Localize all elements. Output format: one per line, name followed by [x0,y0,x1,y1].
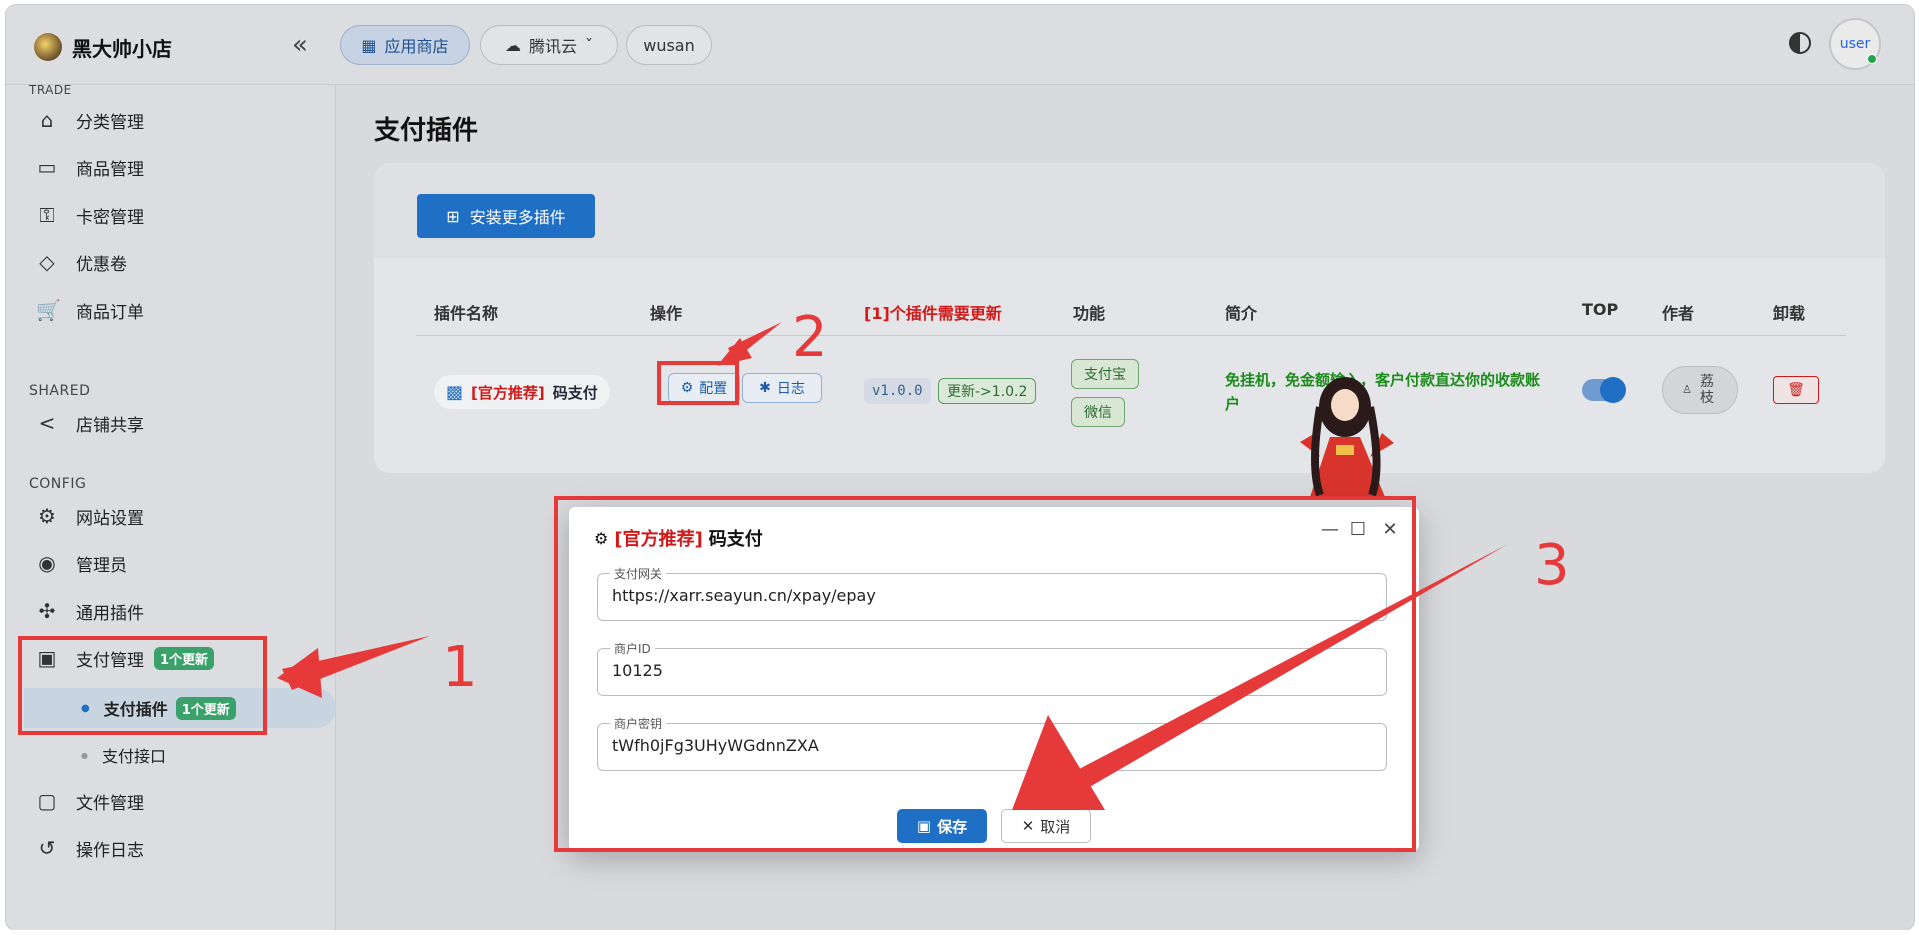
column-header-author: 作者 [1662,304,1695,323]
sidebar-item-coupons[interactable]: ◇ 优惠卷 [36,247,127,277]
sidebar-item-products[interactable]: ▭ 商品管理 [36,152,144,182]
puzzle-icon: ✣ [38,599,56,623]
gear-icon: ⚙ [38,504,56,528]
key-icon: ⚿ [39,203,55,227]
sidebar: TRADE ⌂ 分类管理 ▭ 商品管理 ⚿ 卡密管理 ◇ 优惠卷 🛒 商品订单 … [6,83,336,930]
section-config: CONFIG [29,476,87,492]
sidebar-item-orders[interactable]: 🛒 商品订单 [36,295,144,325]
sidebar-item-category[interactable]: ⌂ 分类管理 [36,105,144,135]
person-icon: ♙ [1682,383,1692,396]
feature-alipay: 支付宝 [1071,359,1139,389]
folder-icon: ▢ [37,789,57,813]
annotation-box-2 [657,361,739,405]
uninstall-button[interactable]: 🗑 [1773,376,1819,404]
column-header-uninstall: 卸载 [1773,304,1806,323]
qr-code-icon: ▩ [446,381,464,403]
column-header-features: 功能 [1073,304,1106,323]
column-header-top: TOP [1582,300,1619,319]
toggle-knob [1600,377,1626,403]
store-icon: ▦ [361,35,377,55]
sidebar-item-logs[interactable]: ↺ 操作日志 [36,833,144,863]
page-title: 支付插件 [374,116,479,146]
annotation-box-1 [18,636,267,735]
column-header-actions: 操作 [650,304,683,323]
annotation-number-1: 1 [442,635,478,700]
bug-icon: ✱ [759,380,771,396]
top-bar: 黑大帅小店 « ▦ 应用商店 ☁ 腾讯云 ˇ wusan user [6,5,1914,85]
online-status-dot [1867,54,1877,64]
tag-icon: ◇ [39,250,55,274]
update-version-button[interactable]: 更新->1.0.2 [938,378,1037,404]
bullet-icon: ● [81,750,88,760]
chevron-down-icon: ˇ [585,35,593,55]
tab-tencent-cloud[interactable]: ☁ 腾讯云 ˇ [480,25,618,65]
section-trade: TRADE [29,83,72,97]
bottom-strip [0,930,1919,935]
cart-icon: 🛒 [36,298,61,322]
trash-icon: 🗑 [1787,382,1805,398]
cloud-icon: ☁ [504,35,521,55]
current-version: v1.0.0 [864,378,931,404]
share-icon: < [38,411,56,435]
annotation-number-3: 3 [1534,533,1570,598]
sidebar-item-cards[interactable]: ⚿ 卡密管理 [36,200,144,230]
sidebar-item-shop-share[interactable]: < 店铺共享 [36,408,144,438]
archive-icon: ▭ [37,155,57,179]
tab-wusan[interactable]: wusan [626,25,712,65]
avatar[interactable]: user [1829,18,1881,70]
plugin-name-chip: ▩ [官方推荐] 码支付 [434,375,610,409]
section-shared: SHARED [29,383,91,399]
plugin-table-card: ⊞ 安装更多插件 插件名称 操作 [1]个插件需要更新 功能 简介 TOP 作者… [374,163,1885,473]
column-header-name: 插件名称 [434,304,499,323]
sidebar-item-admins[interactable]: ◉ 管理员 [36,548,127,578]
top-toggle[interactable] [1582,377,1626,403]
sidebar-item-plugins[interactable]: ✣ 通用插件 [36,596,144,626]
author-chip: ♙ 荔枝 [1662,366,1738,414]
category-icon: ⌂ [40,108,54,132]
feature-wechat: 微信 [1071,397,1125,427]
theme-toggle-icon[interactable] [1789,32,1811,54]
sidebar-subitem-payment-api[interactable]: ● 支付接口 [81,736,166,774]
tab-app-store[interactable]: ▦ 应用商店 [340,25,470,65]
install-more-plugins-button[interactable]: ⊞ 安装更多插件 [417,194,595,238]
mascot-character-image [1300,377,1394,497]
annotation-number-2: 2 [792,305,828,370]
card-toolbar: ⊞ 安装更多插件 [374,163,1885,258]
log-button[interactable]: ✱ 日志 [742,373,822,403]
header-divider [416,335,1846,336]
column-header-description: 简介 [1225,304,1258,323]
sidebar-item-files[interactable]: ▢ 文件管理 [36,786,144,816]
admin-icon: ◉ [38,551,56,575]
history-icon: ↺ [38,836,56,860]
column-header-updates: [1]个插件需要更新 [864,304,1002,323]
collapse-sidebar-icon[interactable]: « [292,31,308,59]
annotation-box-3 [554,496,1416,852]
sidebar-item-site-settings[interactable]: ⚙ 网站设置 [36,501,144,531]
shop-logo [34,33,62,61]
brand-name: 黑大帅小店 [72,37,172,61]
add-plugin-icon: ⊞ [446,206,460,226]
